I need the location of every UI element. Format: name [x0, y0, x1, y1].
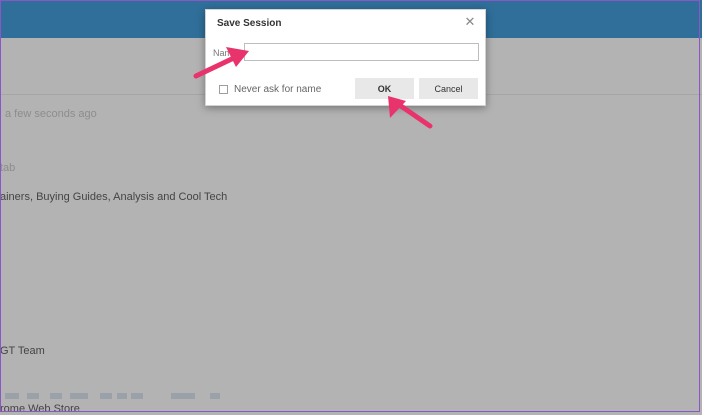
name-label: Name [213, 48, 238, 58]
session-item-team[interactable]: GT Team [0, 345, 45, 357]
session-saved-time: a few seconds ago [5, 108, 97, 120]
session-tab-label: tab [0, 162, 16, 174]
never-ask-label[interactable]: Never ask for name [234, 84, 321, 95]
save-session-dialog: Save Session ✕ Name Never ask for name O… [205, 9, 486, 106]
dialog-title: Save Session [217, 18, 282, 29]
cancel-button[interactable]: Cancel [419, 78, 478, 99]
session-item-store[interactable]: rome Web Store [0, 403, 80, 415]
ok-button[interactable]: OK [355, 78, 414, 99]
session-name-input[interactable] [244, 43, 479, 61]
blurred-favicons [0, 393, 702, 399]
close-icon[interactable]: ✕ [463, 15, 477, 29]
session-item-tagline[interactable]: ainers, Buying Guides, Analysis and Cool… [0, 191, 227, 203]
never-ask-checkbox[interactable] [219, 85, 228, 94]
